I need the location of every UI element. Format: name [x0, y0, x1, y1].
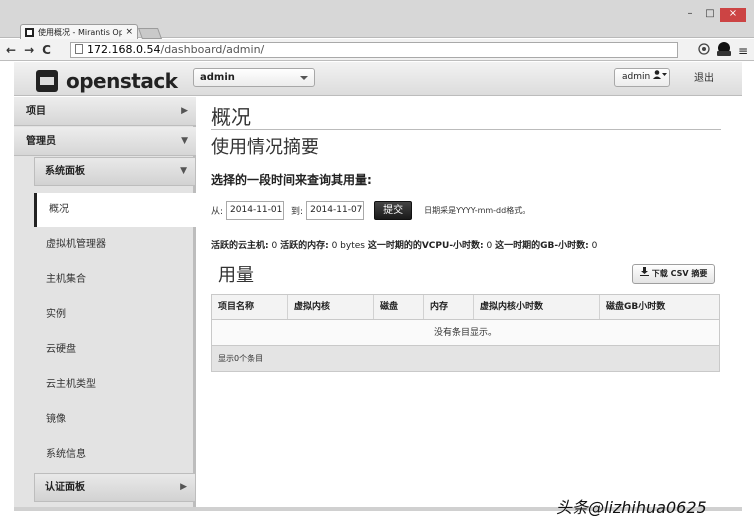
- usage-summary: 活跃的云主机: 0 活跃的内存: 0 bytes 这一时期的的VCPU-小时数:…: [211, 238, 597, 251]
- active-instances-label: 活跃的云主机:: [211, 241, 269, 251]
- column-header[interactable]: 项目名称: [212, 295, 288, 319]
- chevron-down-icon: ▼: [181, 136, 188, 146]
- page-title: 概况: [211, 105, 251, 129]
- vcpu-hours-label: 这一时期的的VCPU-小时数:: [367, 241, 484, 251]
- logout-link[interactable]: 退出: [694, 69, 714, 84]
- user-icon: [653, 70, 668, 82]
- window-close-button[interactable]: ×: [720, 8, 746, 22]
- new-badge-icon[interactable]: [716, 42, 732, 59]
- section-title: 使用情况摘要: [211, 137, 319, 158]
- column-header[interactable]: 内存: [424, 295, 474, 319]
- chevron-right-icon: ▶: [180, 482, 187, 492]
- project-select-value: admin: [200, 72, 235, 83]
- forward-button[interactable]: →: [24, 43, 34, 57]
- table-header: 项目名称 虚拟内核 磁盘 内存 虚拟内核小时数 磁盘GB小时数: [212, 295, 719, 320]
- column-header[interactable]: 虚拟内核: [288, 295, 374, 319]
- sidebar-panel-system[interactable]: 系统面板 ▼: [34, 157, 196, 186]
- minimize-button[interactable]: –: [680, 8, 700, 22]
- usage-title: 用量: [218, 265, 254, 286]
- openstack-header: openstack admin admin 退出: [14, 62, 742, 96]
- page-icon: [75, 44, 83, 54]
- back-button[interactable]: ←: [6, 43, 16, 57]
- sidebar-item-host-aggregates[interactable]: 主机集合: [34, 263, 196, 297]
- date-format-hint: 日期采是YYYY-mm-dd格式。: [424, 206, 531, 215]
- download-csv-label: 下载 CSV 摘要: [651, 269, 708, 278]
- url-domain: 172.168.0.54: [87, 43, 161, 56]
- tab-title: 使用概况 - Mirantis Ope: [38, 27, 123, 37]
- window-titlebar: 使用概况 - Mirantis Ope × – □ ×: [0, 0, 754, 39]
- gb-hours-value: 0: [591, 241, 598, 251]
- user-name: admin: [622, 72, 651, 82]
- sidebar-item-flavors[interactable]: 云主机类型: [34, 368, 196, 402]
- extension-icon[interactable]: [698, 43, 710, 58]
- openstack-logo-icon: [36, 70, 58, 92]
- chevron-down-icon: [300, 76, 308, 80]
- sidebar-item-system-info[interactable]: 系统信息: [34, 438, 196, 472]
- sidebar-category-admin[interactable]: 管理员 ▼: [14, 127, 196, 156]
- sidebar-panel-label: 认证面板: [45, 482, 85, 493]
- gb-hours-label: 这一时期的GB-小时数:: [495, 241, 589, 251]
- sidebar-item-overview[interactable]: 概况: [34, 193, 199, 227]
- sidebar-item-volumes[interactable]: 云硬盘: [34, 333, 196, 367]
- usage-table: 项目名称 虚拟内核 磁盘 内存 虚拟内核小时数 磁盘GB小时数 没有条目显示。 …: [211, 294, 720, 372]
- project-select[interactable]: admin: [193, 68, 315, 87]
- new-tab-button[interactable]: [137, 28, 163, 39]
- download-icon: [640, 267, 652, 278]
- sidebar-item-instances[interactable]: 实例: [34, 298, 196, 332]
- user-menu-button[interactable]: admin: [614, 68, 670, 87]
- sidebar-panel-identity[interactable]: 认证面板 ▶: [34, 473, 196, 502]
- column-header[interactable]: 磁盘: [374, 295, 424, 319]
- sidebar-panel-label: 系统面板: [45, 166, 85, 177]
- logo-text: openstack: [66, 69, 178, 93]
- column-header[interactable]: 虚拟内核小时数: [474, 295, 600, 319]
- maximize-button[interactable]: □: [700, 8, 720, 22]
- sidebar: 项目 ▶ 管理员 ▼ 系统面板 ▼ 概况 虚拟机管理器 主机集合 实例 云硬盘 …: [14, 97, 199, 507]
- watermark-text: 头条@lizhihua0625: [556, 498, 707, 517]
- active-instances-value: 0: [271, 241, 278, 251]
- from-label: 从:: [211, 207, 224, 217]
- chevron-down-icon: ▼: [180, 166, 187, 176]
- sidebar-item-hypervisors[interactable]: 虚拟机管理器: [34, 228, 196, 262]
- chevron-right-icon: ▶: [181, 106, 188, 116]
- title-divider: [211, 129, 721, 130]
- submit-button[interactable]: 提交: [374, 201, 413, 220]
- sidebar-category-label: 项目: [26, 106, 46, 117]
- main-content: 概况 使用情况摘要 选择的一段时间来查询其用量: 从: 2014-11-01 到…: [199, 97, 742, 507]
- url-path: /dashboard/admin/: [160, 43, 265, 56]
- sidebar-item-images[interactable]: 镜像: [34, 403, 196, 437]
- sidebar-category-label: 管理员: [26, 136, 56, 147]
- active-memory-label: 活跃的内存:: [280, 241, 329, 251]
- browser-tab[interactable]: 使用概况 - Mirantis Ope ×: [20, 24, 138, 39]
- table-empty-row: 没有条目显示。: [212, 320, 719, 346]
- to-label: 到:: [291, 207, 304, 217]
- url-input[interactable]: 172.168.0.54/dashboard/admin/: [70, 42, 678, 58]
- table-footer: 显示0个条目: [212, 346, 719, 371]
- sidebar-category-project[interactable]: 项目 ▶: [14, 97, 196, 126]
- download-csv-button[interactable]: 下载 CSV 摘要: [632, 264, 716, 284]
- reload-button[interactable]: C: [42, 43, 51, 57]
- column-header[interactable]: 磁盘GB小时数: [600, 295, 719, 319]
- openstack-logo[interactable]: openstack: [36, 69, 178, 93]
- date-range-form: 从: 2014-11-01 到: 2014-11-07 提交 日期采是YYYY-…: [211, 201, 530, 220]
- browser-menu-icon[interactable]: ≡: [738, 44, 748, 58]
- to-date-input[interactable]: 2014-11-07: [306, 201, 365, 220]
- browser-actions: ≡: [692, 42, 748, 59]
- window-controls: – □ ×: [680, 8, 746, 22]
- address-bar-row: ← → C 172.168.0.54/dashboard/admin/ ≡: [0, 39, 754, 61]
- query-label: 选择的一段时间来查询其用量:: [211, 173, 372, 187]
- active-memory-value: 0 bytes: [331, 241, 365, 251]
- page-favicon-icon: [25, 27, 34, 37]
- tab-close-icon[interactable]: ×: [125, 27, 133, 37]
- from-date-input[interactable]: 2014-11-01: [226, 201, 285, 220]
- vcpu-hours-value: 0: [486, 241, 493, 251]
